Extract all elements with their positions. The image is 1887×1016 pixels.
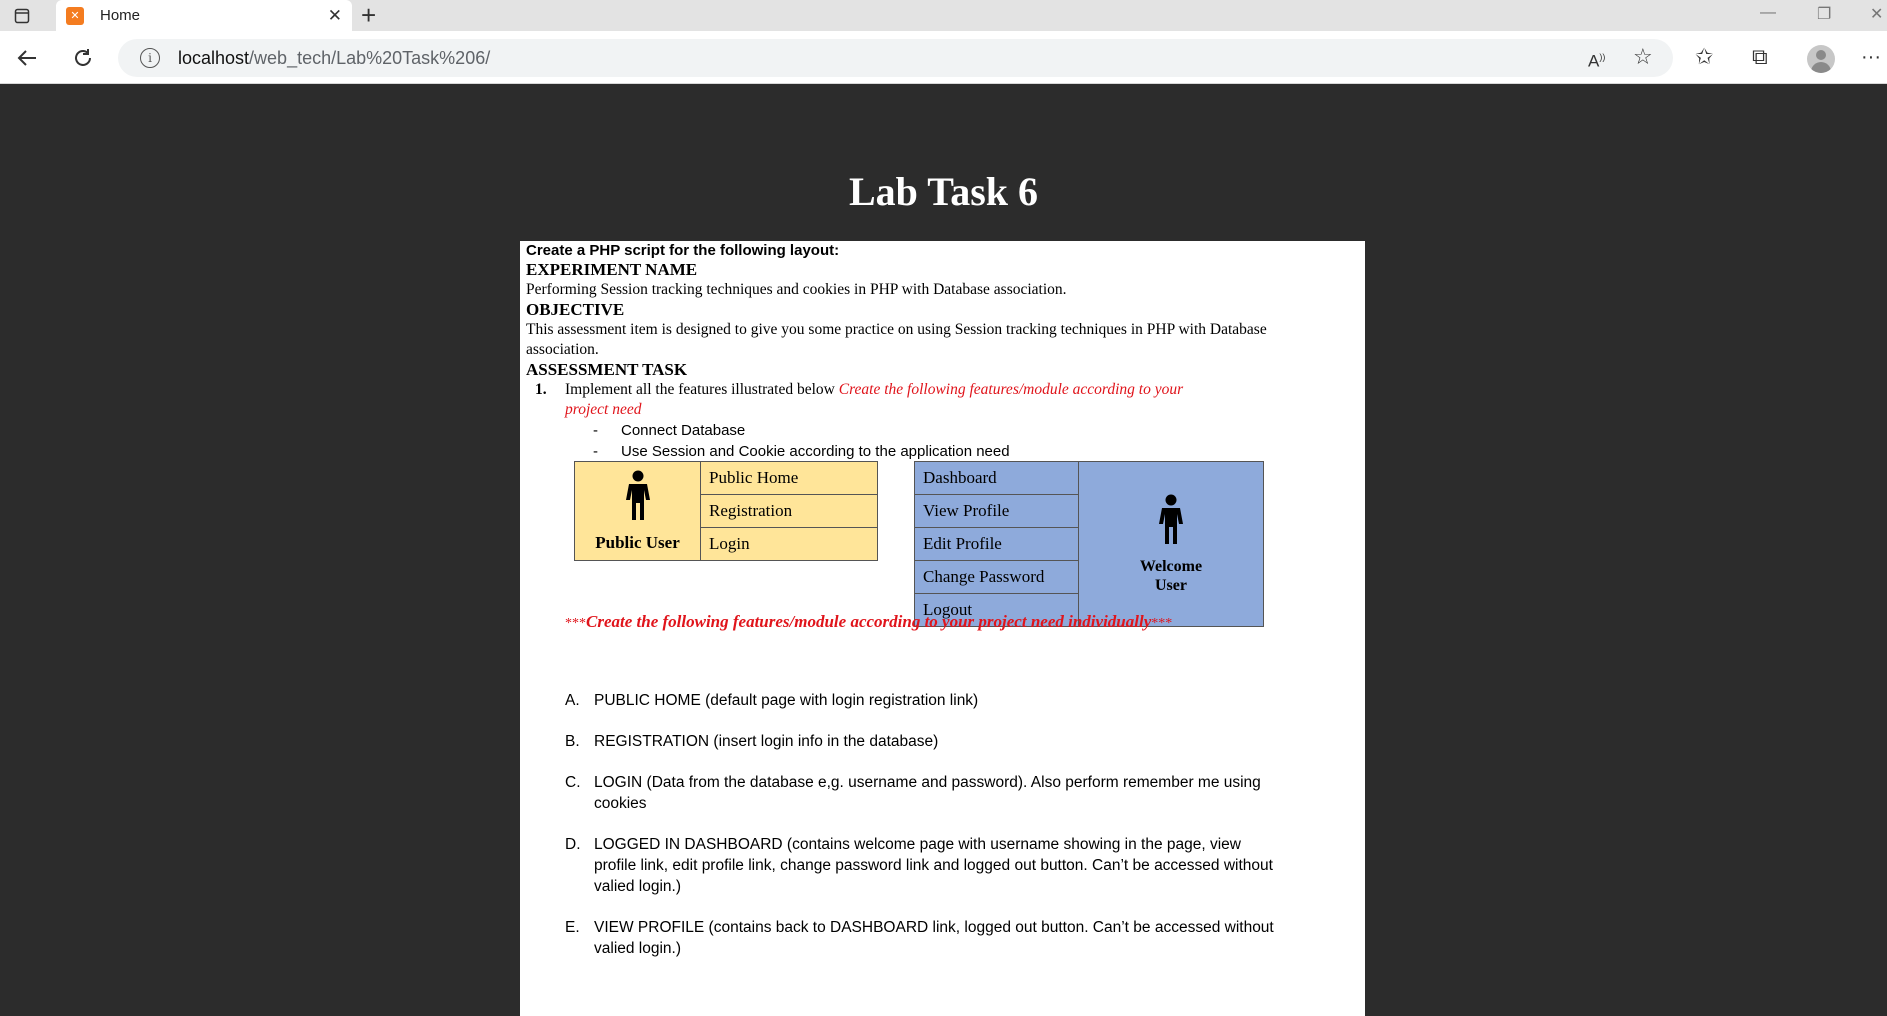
- requirement-a-letter: A.: [565, 692, 580, 709]
- reload-icon[interactable]: [68, 43, 98, 73]
- requirement-c: C. LOGIN (Data from the database e,g. us…: [565, 772, 1285, 814]
- red-note-text: Create the following features/module acc…: [586, 612, 1152, 631]
- requirement-d-text: LOGGED IN DASHBOARD (contains welcome pa…: [594, 836, 1273, 895]
- public-user-cell: Public User: [574, 461, 701, 561]
- objective-heading: OBJECTIVE: [526, 300, 625, 319]
- more-menu-icon[interactable]: ···: [1861, 45, 1881, 69]
- requirement-b-text: REGISTRATION (insert login info in the d…: [594, 733, 939, 750]
- tab-actions-icon[interactable]: [12, 6, 32, 26]
- url-path: /web_tech/Lab%20Task%206/: [249, 47, 491, 68]
- address-bar[interactable]: i localhost/web_tech/Lab%20Task%206/: [118, 39, 1673, 77]
- public-user-person-icon: [625, 470, 650, 520]
- welcome-user-table: Dashboard Welcome User View Profile Edit…: [914, 461, 1264, 627]
- site-info-icon[interactable]: i: [140, 48, 160, 68]
- restore-icon[interactable]: ❐: [1817, 4, 1831, 24]
- assessment-heading: ASSESSMENT TASK: [526, 360, 688, 379]
- login-cell: Login: [700, 527, 878, 561]
- new-tab-icon[interactable]: +: [361, 2, 376, 28]
- edit-profile-cell: Edit Profile: [914, 527, 1079, 561]
- xampp-favicon-icon: ✕: [66, 6, 84, 25]
- red-note: ***Create the following features/module …: [565, 612, 1172, 632]
- user-label: User: [1155, 576, 1187, 594]
- red-note-stars-left: ***: [565, 616, 586, 631]
- page-viewport: Lab Task 6 Create a PHP script for the f…: [0, 84, 1887, 1016]
- experiment-text: Performing Session tracking techniques a…: [526, 281, 1067, 298]
- lab-task-image: Create a PHP script for the following la…: [520, 241, 1365, 1016]
- browser-toolbar: i localhost/web_tech/Lab%20Task%206/ A))…: [0, 31, 1887, 84]
- task-text-plain: Implement all the features illustrated b…: [565, 381, 835, 398]
- public-user-table: Public User Public Home Registration Log…: [574, 461, 878, 561]
- public-home-cell: Public Home: [700, 461, 878, 495]
- collections-icon[interactable]: ⧉: [1752, 45, 1768, 69]
- requirement-a-text: PUBLIC HOME (default page with login reg…: [594, 692, 979, 709]
- requirement-e-letter: E.: [565, 919, 580, 936]
- close-window-icon[interactable]: ✕: [1870, 4, 1883, 24]
- welcome-user-cell: Welcome User: [1078, 461, 1264, 627]
- bullet-2-text: Use Session and Cookie according to the …: [621, 443, 1010, 460]
- objective-line2: association.: [526, 341, 599, 358]
- requirement-b-letter: B.: [565, 733, 580, 750]
- requirement-c-letter: C.: [565, 774, 581, 791]
- tab-title: Home: [100, 7, 141, 24]
- view-profile-cell: View Profile: [914, 494, 1079, 528]
- requirement-c-text: LOGIN (Data from the database e,g. usern…: [594, 774, 1261, 812]
- requirement-e: E. VIEW PROFILE (contains back to DASHBO…: [565, 917, 1285, 959]
- task-text: Implement all the features illustrated b…: [565, 381, 1183, 399]
- bullet-1-text: Connect Database: [621, 422, 746, 439]
- experiment-heading: EXPERIMENT NAME: [526, 260, 698, 279]
- back-arrow-icon[interactable]: [12, 43, 42, 73]
- url-host: localhost: [178, 47, 250, 68]
- close-tab-icon[interactable]: ✕: [328, 6, 342, 26]
- tab-strip: ✕ Home ✕ + — ❐ ✕: [0, 0, 1887, 31]
- dashboard-cell: Dashboard: [914, 461, 1079, 495]
- favorites-icon[interactable]: ✩: [1695, 45, 1713, 69]
- requirement-e-text: VIEW PROFILE (contains back to DASHBOARD…: [594, 919, 1274, 957]
- requirement-d-letter: D.: [565, 836, 581, 853]
- red-note-stars-right: ***: [1151, 616, 1173, 631]
- bullet-2: -: [593, 443, 598, 460]
- registration-cell: Registration: [700, 494, 878, 528]
- requirement-b: B. REGISTRATION (insert login info in th…: [565, 731, 1285, 752]
- doc-intro: Create a PHP script for the following la…: [526, 242, 840, 259]
- welcome-label: Welcome: [1139, 557, 1203, 575]
- objective-line1: This assessment item is designed to give…: [526, 321, 1267, 338]
- profile-avatar[interactable]: [1807, 45, 1835, 73]
- page-title: Lab Task 6: [848, 169, 1039, 214]
- task-number: 1.: [535, 381, 547, 398]
- minimize-icon[interactable]: —: [1760, 4, 1776, 22]
- task-red-line1: Create the following features/module acc…: [838, 381, 1184, 398]
- requirement-a: A. PUBLIC HOME (default page with login …: [565, 690, 1285, 711]
- task-red-line2: project need: [565, 401, 642, 418]
- requirement-d: D. LOGGED IN DASHBOARD (contains welcome…: [565, 834, 1285, 897]
- tab-home[interactable]: ✕ Home ✕: [56, 0, 352, 31]
- add-favorite-icon[interactable]: ☆: [1633, 45, 1653, 69]
- welcome-user-person-icon: [1159, 494, 1183, 544]
- change-password-cell: Change Password: [914, 560, 1079, 594]
- read-aloud-icon[interactable]: A)): [1588, 45, 1605, 74]
- bullet-1: -: [593, 422, 598, 439]
- public-user-label: Public User: [595, 532, 680, 552]
